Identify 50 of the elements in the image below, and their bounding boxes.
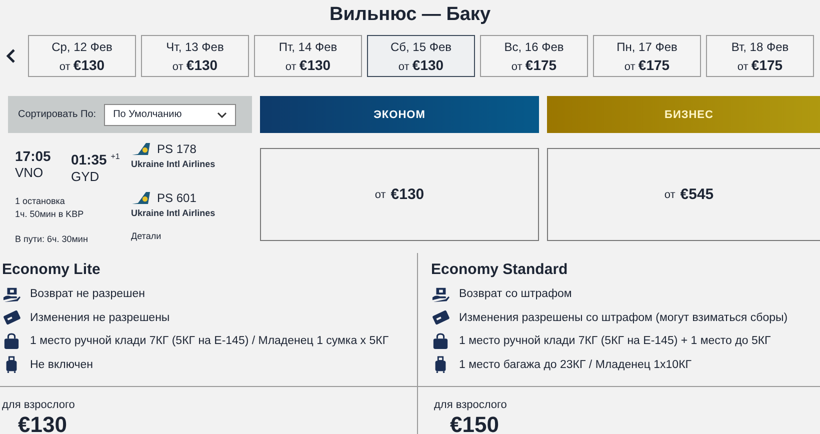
fare-feature: Не включен: [30, 358, 93, 371]
page-title: Вильнюс — Баку: [329, 4, 491, 26]
price-text: €545: [680, 186, 714, 203]
flight-number: PS 601: [157, 190, 196, 205]
price-label: для взрослого: [434, 398, 508, 411]
departure-time: 17:05: [15, 148, 52, 165]
fare-price: €130: [18, 412, 68, 434]
fare-feature: Возврат со штрафом: [459, 288, 572, 300]
cabin-header[interactable]: ЭКОНОМ: [260, 96, 539, 133]
refund-hand-icon: [2, 286, 21, 303]
date-tab[interactable]: Ср, 12 Фев от €130: [28, 35, 136, 77]
stops-text: 1 остановка: [15, 194, 66, 208]
price-text: €130: [390, 186, 424, 203]
date-tab[interactable]: Вс, 16 Фев от €175: [480, 35, 588, 77]
fare-price-card[interactable]: от €545: [547, 148, 820, 241]
price-label: для взрослого: [2, 398, 76, 411]
refund-hand-icon: [431, 286, 450, 303]
caret-icon: [217, 112, 228, 118]
airline-name: Ukraine Intl Airlines: [131, 208, 216, 218]
details-link[interactable]: Детали: [131, 230, 252, 241]
date-tab[interactable]: Пн, 17 Фев от €175: [593, 35, 701, 77]
fare-name: Economy Standard: [431, 260, 569, 279]
airport-code: GYD: [71, 168, 100, 185]
fare-price-card[interactable]: от €130: [260, 148, 539, 241]
fare-feature: 1 место ручной клади 7КГ (5КГ на E-145) + 1 место до 5КГ: [459, 335, 771, 348]
bag-icon: [2, 332, 21, 350]
layover-text: 1ч. 50мин в KBP: [15, 208, 85, 221]
from-label: от: [664, 188, 676, 200]
sort-dropdown[interactable]: По Умолчанию: [104, 104, 236, 126]
airline-tail-icon: [131, 190, 151, 205]
airline-name: Ukraine Intl Airlines: [131, 159, 216, 169]
fare-feature: 1 место багажа до 23КГ / Младенец 1x10КГ: [459, 358, 692, 371]
fare-name: Economy Lite: [2, 260, 102, 279]
fare-feature: Изменения не разрешены: [30, 312, 170, 324]
duration-text: В пути: 6ч. 30мин: [15, 232, 89, 246]
date-tab[interactable]: Чт, 13 Фев от €130: [141, 35, 249, 77]
date-tab[interactable]: Пт, 14 Фев от €130: [254, 35, 362, 77]
date-tab[interactable]: Сб, 15 Фев от €130: [367, 35, 475, 77]
fare-feature: Изменения разрешены со штрафом (могут взиматься сборы): [459, 312, 788, 324]
airport-code: VNO: [15, 165, 44, 181]
fare-feature: Возврат не разрешен: [30, 288, 145, 300]
bag-icon: [431, 332, 450, 350]
flight-number: PS 178: [157, 142, 196, 156]
date-tab[interactable]: Вт, 18 Фев от €175: [706, 35, 814, 77]
from-label: от: [374, 188, 386, 200]
airline-tail-icon: [131, 142, 151, 156]
sort-label: Сортировать По:: [18, 109, 96, 120]
fare-feature: 1 место ручной клади 7КГ (5КГ на E-145) / Младенец 1 сумка х 5КГ: [30, 335, 389, 348]
arrival-time: 01:35 $^{+1}$: [71, 150, 121, 169]
fare-price: €150: [450, 412, 500, 434]
